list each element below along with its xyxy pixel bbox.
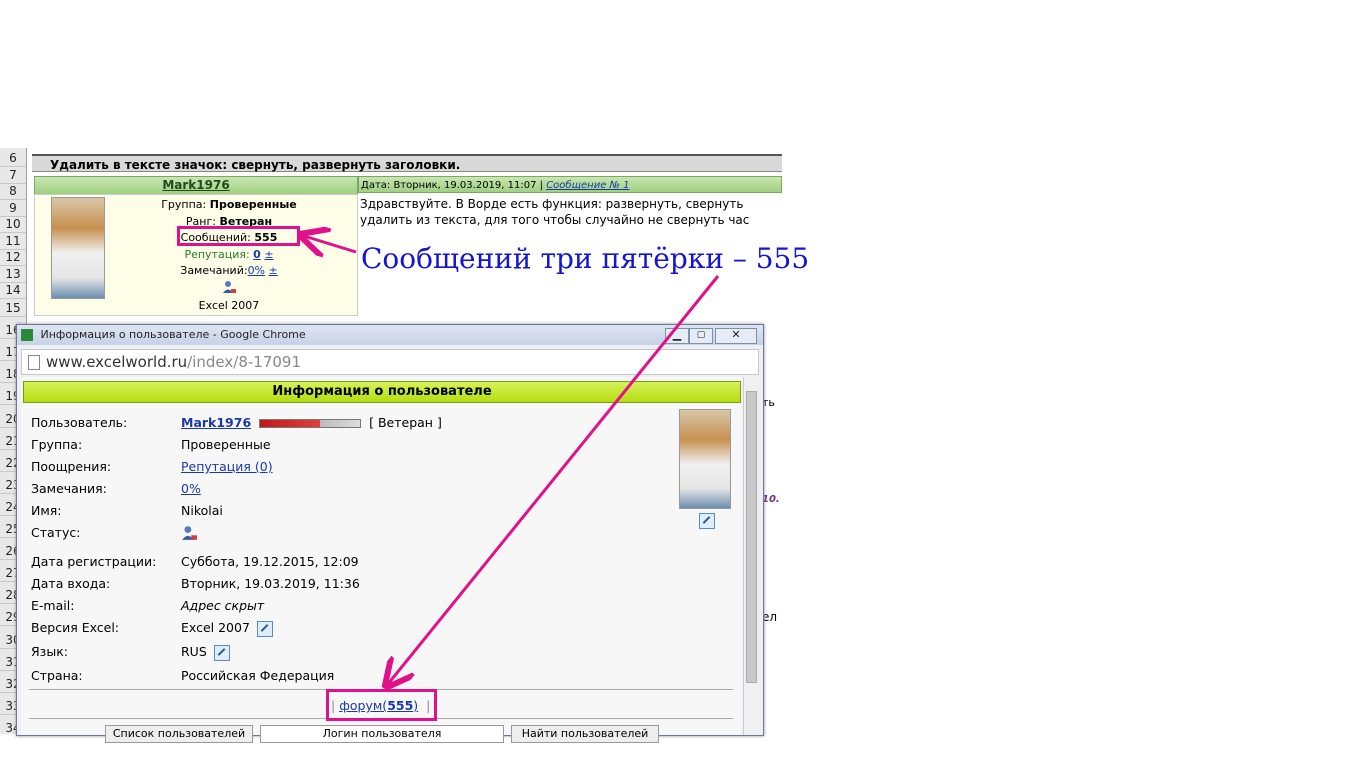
arrow-to-messages bbox=[304, 236, 357, 252]
arrow-to-forum bbox=[388, 275, 720, 684]
annotation-arrows bbox=[0, 0, 720, 768]
